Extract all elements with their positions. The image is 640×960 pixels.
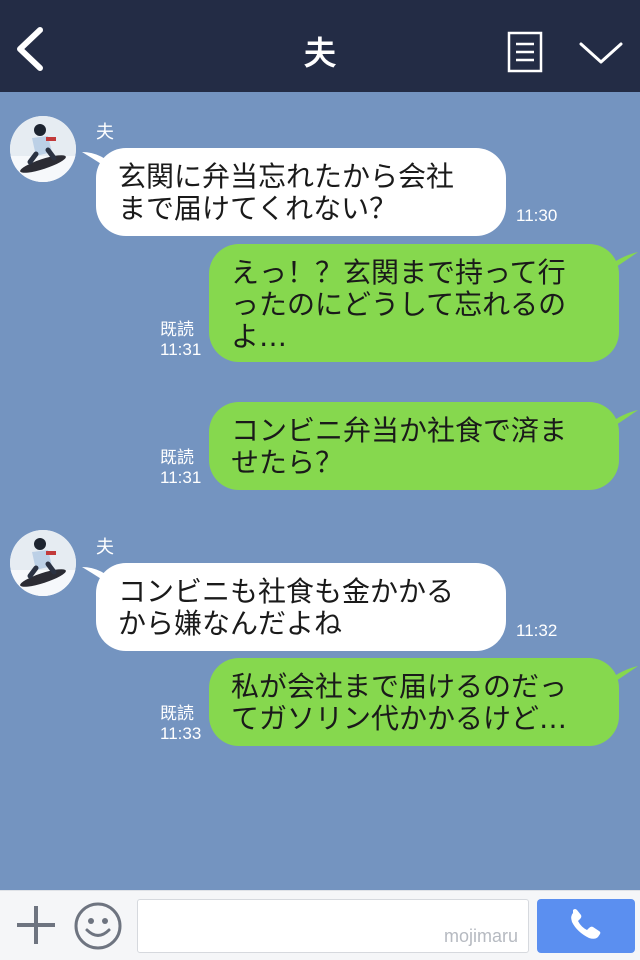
- message-line: コンビニも社食も金かかる: [118, 575, 455, 608]
- message-line: えっ！？玄関まで持って行: [231, 256, 566, 289]
- message-line: せたら？: [231, 446, 344, 479]
- read-label: 既読: [160, 320, 194, 339]
- chat-title: 夫: [303, 34, 336, 72]
- message-line: 私が会社まで届けるのだっ: [231, 670, 568, 703]
- avatar[interactable]: [10, 530, 76, 596]
- chat-area[interactable]: 夫 玄関に弁当忘れたから会社 まで届けてくれない？ 11:30 えっ！？玄関まで…: [0, 92, 640, 890]
- message-line: から嫌なんだよね: [118, 607, 343, 640]
- message-bubble-outgoing[interactable]: 私が会社まで届けるのだっ てガソリン代かかるけど…: [209, 658, 619, 746]
- message-time: 11:31: [160, 468, 202, 487]
- message-line: 玄関に弁当忘れたから会社: [118, 160, 455, 193]
- snowboarder-avatar-icon: [10, 116, 76, 182]
- snowboarder-avatar-icon: [10, 530, 76, 596]
- call-button[interactable]: [537, 899, 635, 953]
- message-input[interactable]: mojimaru: [137, 899, 529, 953]
- message-time: 11:32: [516, 621, 558, 640]
- message-bubble-outgoing[interactable]: コンビニ弁当か社食で済ま せたら？: [209, 402, 619, 490]
- message-line: まで届けてくれない？: [118, 192, 398, 225]
- read-label: 既読: [160, 704, 194, 723]
- sender-name: 夫: [96, 537, 114, 558]
- message-bubble-incoming[interactable]: コンビニも社食も金かかる から嫌なんだよね: [96, 563, 506, 651]
- read-receipt: 既読 11:31: [160, 320, 201, 360]
- chat-header: 夫: [0, 0, 640, 92]
- read-label: 既読: [160, 448, 194, 467]
- input-bar: mojimaru: [0, 890, 640, 960]
- smiley-icon[interactable]: [73, 901, 123, 951]
- notes-icon[interactable]: [507, 31, 543, 73]
- phone-icon: [571, 909, 601, 939]
- read-receipt: 既読 11:31: [160, 448, 201, 488]
- avatar[interactable]: [10, 116, 76, 182]
- chevron-down-icon[interactable]: [578, 38, 624, 68]
- watermark: mojimaru: [443, 926, 518, 946]
- message-bubble-outgoing[interactable]: えっ！？玄関まで持って行 ったのにどうして忘れるの よ…: [209, 244, 619, 362]
- message-line: てガソリン代かかるけど…: [231, 702, 568, 735]
- plus-icon[interactable]: [14, 903, 58, 947]
- message-line: コンビニ弁当か社食で済ま: [231, 414, 568, 447]
- message-line: ったのにどうして忘れるの: [231, 288, 567, 321]
- message-time: 11:30: [516, 206, 558, 225]
- message-time: 11:33: [160, 724, 202, 743]
- read-receipt: 既読 11:33: [160, 704, 201, 744]
- sender-name: 夫: [96, 122, 114, 143]
- message-bubble-incoming[interactable]: 玄関に弁当忘れたから会社 まで届けてくれない？: [96, 148, 506, 236]
- message-line: よ…: [231, 320, 288, 353]
- message-time: 11:31: [160, 340, 202, 359]
